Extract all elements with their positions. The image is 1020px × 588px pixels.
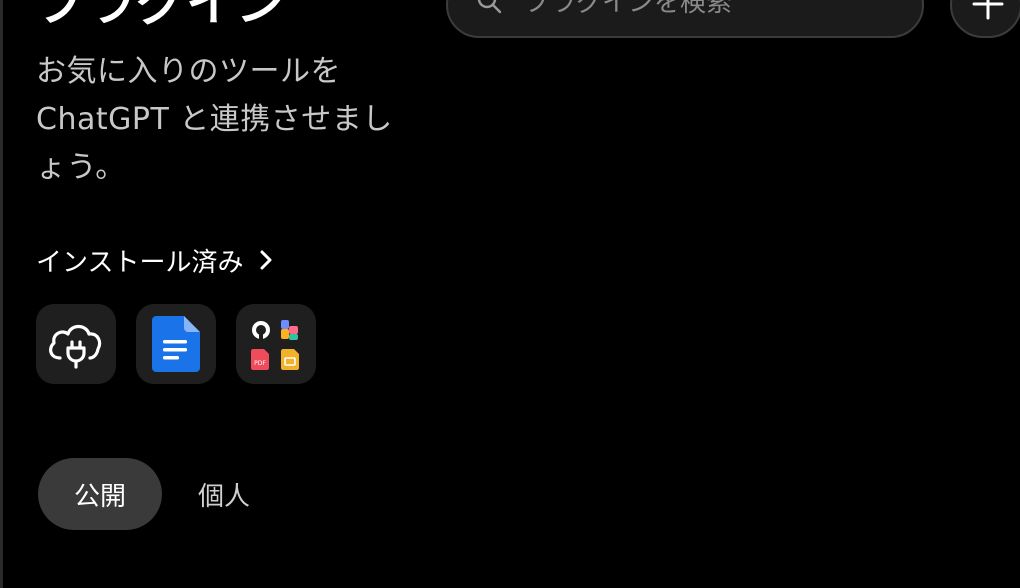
github-icon xyxy=(252,321,270,339)
installed-plugin-document[interactable] xyxy=(136,304,216,384)
add-plugin-button[interactable] xyxy=(950,0,1020,38)
plugins-page: プラグイン お気に入りのツールを ChatGPT と連携させましょう。 インスト… xyxy=(0,0,1020,588)
installed-plugin-cloud[interactable] xyxy=(36,304,116,384)
tab-private[interactable]: 個人 xyxy=(176,458,272,530)
search-input[interactable] xyxy=(522,0,906,26)
slides-icon xyxy=(281,349,299,370)
page-title: プラグイン xyxy=(36,0,286,32)
multi-app-icon: PDF xyxy=(251,320,299,370)
installed-plugin-group[interactable]: PDF xyxy=(236,304,316,384)
search-box[interactable] xyxy=(446,0,924,38)
installed-plugins-link[interactable]: インストール済み xyxy=(36,240,275,280)
search-icon xyxy=(477,0,502,14)
plus-icon xyxy=(972,0,1004,20)
window-edge xyxy=(0,0,3,588)
tab-public[interactable]: 公開 xyxy=(38,458,162,530)
colorful-app-icon xyxy=(281,320,298,340)
document-icon xyxy=(152,316,200,372)
pdf-icon: PDF xyxy=(251,349,269,370)
cloud-plug-icon xyxy=(49,324,102,369)
svg-text:PDF: PDF xyxy=(254,360,266,367)
installed-label: インストール済み xyxy=(36,247,244,278)
chevron-right-icon xyxy=(260,250,272,270)
page-subtitle: お気に入りのツールを ChatGPT と連携させましょう。 xyxy=(36,54,393,185)
